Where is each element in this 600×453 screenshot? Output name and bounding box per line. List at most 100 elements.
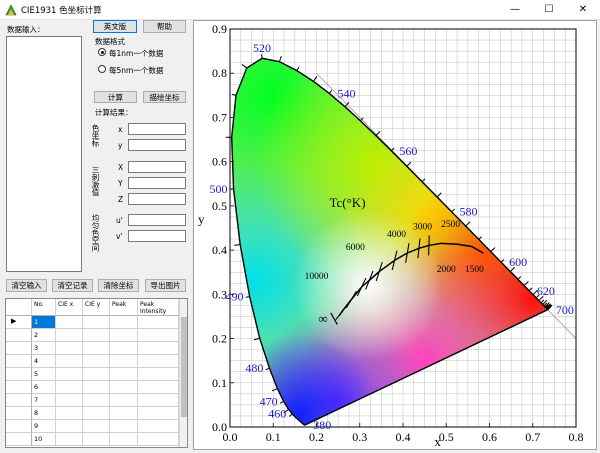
result-Y-field[interactable] (128, 177, 186, 189)
column-header-cie-x[interactable]: CIE x (56, 299, 83, 316)
table-cell[interactable] (110, 407, 138, 420)
app-icon (5, 4, 17, 16)
table-cell[interactable] (56, 420, 83, 433)
table-cell[interactable] (110, 329, 138, 342)
row-header[interactable] (6, 407, 32, 420)
result-y-field[interactable] (128, 139, 186, 151)
result-X-field[interactable] (128, 161, 186, 173)
row-number-cell[interactable]: 1 (32, 316, 56, 329)
wavelength-tick (490, 247, 496, 253)
plot-coordinates-button[interactable]: 描绘坐标 (143, 91, 186, 103)
row-number-cell[interactable]: 5 (32, 368, 56, 381)
english-version-button[interactable]: 英文版 (93, 20, 137, 33)
result-v-field[interactable] (128, 230, 186, 242)
table-cell[interactable] (110, 355, 138, 368)
column-header-peak-intensity[interactable]: Peak Intensity (138, 299, 179, 316)
column-header-cie-y[interactable]: CIE y (83, 299, 110, 316)
close-icon[interactable]: ✕ (566, 0, 600, 20)
data-input-textarea[interactable] (6, 36, 82, 272)
records-table[interactable]: No. CIE x CIE y Peak Peak Intensity ▶ 1 2 3… (5, 298, 188, 448)
row-number-cell[interactable]: 3 (32, 342, 56, 355)
table-cell[interactable] (56, 433, 83, 446)
table-cell[interactable] (83, 342, 110, 355)
result-u-field[interactable] (128, 214, 186, 226)
table-cell[interactable] (83, 368, 110, 381)
result-Z-field[interactable] (128, 193, 186, 205)
clear-coordinates-button[interactable]: 清除坐标 (98, 279, 139, 292)
table-cell[interactable] (138, 329, 179, 342)
table-cell[interactable] (83, 433, 110, 446)
table-cell[interactable] (138, 420, 179, 433)
result-x-field[interactable] (128, 123, 186, 135)
table-cell[interactable] (83, 316, 110, 329)
clear-records-button[interactable]: 清空记录 (52, 279, 93, 292)
row-number-cell[interactable]: 2 (32, 329, 56, 342)
table-cell[interactable] (56, 407, 83, 420)
table-cell[interactable] (56, 316, 83, 329)
export-image-button[interactable]: 导出图片 (145, 279, 186, 292)
maximize-icon[interactable]: ☐ (532, 0, 566, 20)
row-header[interactable] (6, 381, 32, 394)
wavelength-label: 580 (459, 205, 477, 219)
table-cell[interactable] (56, 394, 83, 407)
table-cell[interactable] (110, 433, 138, 446)
y-tick-label: 0.5 (212, 199, 227, 213)
minimize-icon[interactable]: — (498, 0, 532, 20)
current-row-icon: ▶ (11, 317, 17, 325)
row-number-cell[interactable]: 10 (32, 433, 56, 446)
compute-button[interactable]: 计算 (94, 91, 137, 103)
row-header[interactable] (6, 329, 32, 342)
table-cell[interactable] (83, 329, 110, 342)
table-cell[interactable] (138, 355, 179, 368)
y-tick-label: 0.9 (212, 22, 227, 36)
row-header[interactable] (6, 420, 32, 433)
table-scrollbar-thumb[interactable] (181, 317, 187, 417)
table-cell[interactable] (138, 381, 179, 394)
row-number-cell[interactable]: 9 (32, 420, 56, 433)
y-tick-label: 0.1 (212, 376, 227, 390)
x-axis-label: x (434, 434, 441, 449)
wavelength-tick (279, 400, 284, 404)
table-cell[interactable] (138, 368, 179, 381)
row-header[interactable] (6, 433, 32, 446)
row-header[interactable] (6, 394, 32, 407)
table-cell[interactable] (138, 394, 179, 407)
help-button[interactable]: 帮助 (143, 20, 186, 33)
radio-1nm[interactable] (98, 48, 106, 56)
table-cell[interactable] (110, 342, 138, 355)
row-number-cell[interactable]: 4 (32, 355, 56, 368)
table-cell[interactable] (56, 368, 83, 381)
row-number-cell[interactable]: 7 (32, 394, 56, 407)
table-cell[interactable] (56, 342, 83, 355)
table-cell[interactable] (83, 420, 110, 433)
table-cell[interactable] (138, 342, 179, 355)
row-header[interactable] (6, 342, 32, 355)
table-cell[interactable] (110, 394, 138, 407)
table-cell[interactable] (83, 407, 110, 420)
table-cell[interactable] (110, 368, 138, 381)
row-number-cell[interactable]: 6 (32, 381, 56, 394)
table-scrollbar[interactable] (179, 299, 187, 447)
table-cell[interactable] (83, 355, 110, 368)
row-number-cell[interactable]: 8 (32, 407, 56, 420)
wavelength-label: 380 (313, 418, 331, 432)
table-cell[interactable] (83, 381, 110, 394)
table-cell[interactable] (110, 381, 138, 394)
table-cell[interactable] (83, 394, 110, 407)
y-tick-label: 0.7 (212, 110, 227, 124)
row-header[interactable] (6, 355, 32, 368)
radio-5nm[interactable] (98, 65, 106, 73)
row-header[interactable] (6, 368, 32, 381)
table-cell[interactable] (110, 316, 138, 329)
table-cell[interactable] (110, 420, 138, 433)
table-cell[interactable] (138, 316, 179, 329)
column-header-peak[interactable]: Peak (110, 299, 138, 316)
table-cell[interactable] (56, 381, 83, 394)
table-cell[interactable] (56, 355, 83, 368)
column-header-no[interactable]: No. (32, 299, 56, 316)
row-header[interactable]: ▶ (6, 316, 32, 329)
table-cell[interactable] (138, 433, 179, 446)
table-cell[interactable] (138, 407, 179, 420)
clear-input-button[interactable]: 清空输入 (6, 279, 47, 292)
table-cell[interactable] (56, 329, 83, 342)
